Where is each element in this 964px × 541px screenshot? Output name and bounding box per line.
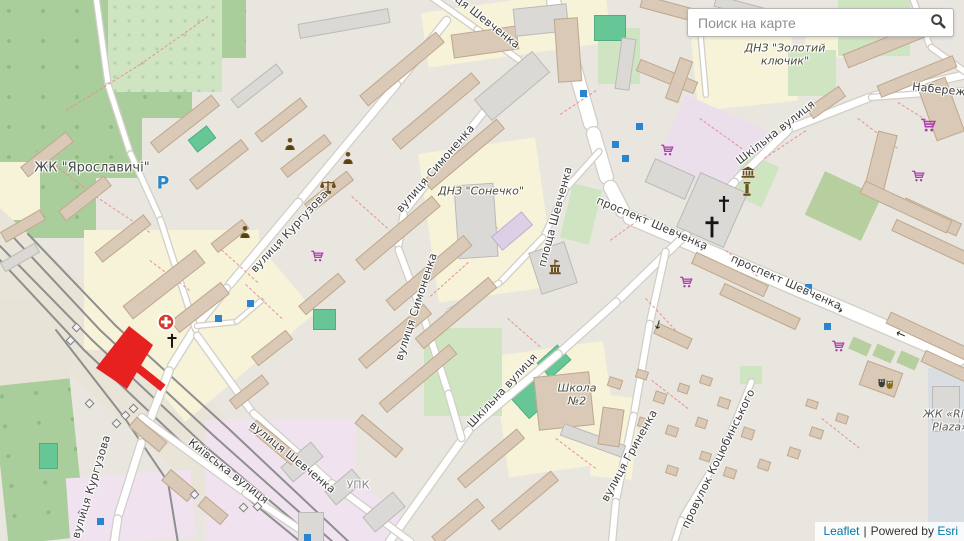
sports-pitch	[188, 125, 217, 152]
building	[699, 374, 713, 386]
building	[787, 446, 802, 459]
bus-stop-marker	[805, 284, 812, 291]
attribution-bar: Leaflet | Powered by Esri	[815, 522, 964, 541]
bus-stop-marker	[97, 518, 104, 525]
column-icon	[743, 182, 751, 196]
bus-stop-marker	[612, 141, 619, 148]
scales-icon	[320, 180, 336, 194]
map-canvas[interactable]: P→←→←↓вулиця Кургузовавулиця Кургузоваву…	[0, 0, 964, 541]
sports-pitch	[39, 443, 58, 469]
building	[230, 63, 283, 108]
building	[835, 412, 849, 424]
building	[695, 417, 709, 430]
building	[474, 51, 550, 121]
building	[354, 414, 403, 458]
building	[653, 390, 668, 404]
person-icon	[239, 226, 252, 239]
attribution-separator: |	[863, 524, 866, 538]
building	[491, 470, 559, 530]
search-icon	[930, 13, 946, 32]
townhall-icon	[548, 260, 562, 275]
building	[665, 424, 680, 437]
cart-icon	[311, 250, 324, 263]
bus-stop-marker	[304, 534, 311, 541]
cart-icon	[912, 170, 925, 183]
leaflet-link[interactable]: Leaflet	[823, 524, 859, 538]
map-search-control	[687, 8, 954, 37]
road-vulytsia-hrynenka	[609, 499, 619, 541]
building	[805, 398, 819, 409]
bus-stop-marker	[824, 323, 831, 330]
theater-icon	[878, 378, 895, 391]
building	[665, 464, 679, 476]
building	[297, 8, 390, 39]
cart-icon	[661, 144, 674, 157]
building	[757, 458, 772, 471]
building	[809, 426, 824, 440]
road-provulok-kotsiubynskoho	[671, 516, 684, 541]
search-input[interactable]	[688, 15, 923, 31]
building	[254, 97, 307, 142]
building	[637, 416, 652, 429]
building	[677, 383, 690, 395]
powered-by-text: Powered by	[871, 524, 934, 538]
cross-icon	[718, 196, 730, 212]
road-vulytsia-hrynenka	[631, 321, 653, 416]
building	[723, 466, 738, 479]
building	[717, 396, 732, 409]
building	[741, 426, 756, 440]
cart-icon	[680, 276, 693, 289]
bus-stop-marker	[247, 300, 254, 307]
landuse-area	[0, 300, 70, 392]
parking-icon: P	[157, 184, 169, 185]
selected-building-marker[interactable]	[74, 296, 174, 401]
museum-icon	[741, 166, 756, 178]
building	[533, 371, 594, 431]
building	[359, 31, 445, 106]
building	[699, 451, 712, 463]
building	[431, 498, 485, 541]
bus-stop-marker	[580, 90, 587, 97]
person-icon	[342, 152, 355, 165]
sports-pitch	[313, 309, 336, 330]
building	[298, 512, 324, 541]
green-area	[788, 50, 836, 96]
map-app-window: P→←→←↓вулиця Кургузовавулиця Кургузоваву…	[0, 0, 964, 541]
road-vulytsia-kurhuzova	[297, 79, 402, 203]
building	[932, 386, 960, 432]
bus-stop-marker	[622, 155, 629, 162]
footpath	[507, 318, 540, 347]
person-icon	[284, 138, 297, 151]
esri-link[interactable]: Esri	[937, 524, 958, 538]
green-area	[872, 343, 896, 363]
cross-icon	[704, 217, 720, 238]
footpath	[351, 196, 388, 229]
cart-icon	[920, 117, 936, 133]
bus-stop-marker	[215, 315, 222, 322]
cart-icon	[832, 340, 845, 353]
bus-stop-marker	[636, 123, 643, 130]
search-button[interactable]	[923, 9, 953, 36]
green-area	[896, 350, 920, 370]
green-area	[848, 336, 872, 356]
building	[554, 17, 582, 83]
road-prospekt-shevchenka	[585, 125, 614, 185]
building	[392, 72, 481, 150]
